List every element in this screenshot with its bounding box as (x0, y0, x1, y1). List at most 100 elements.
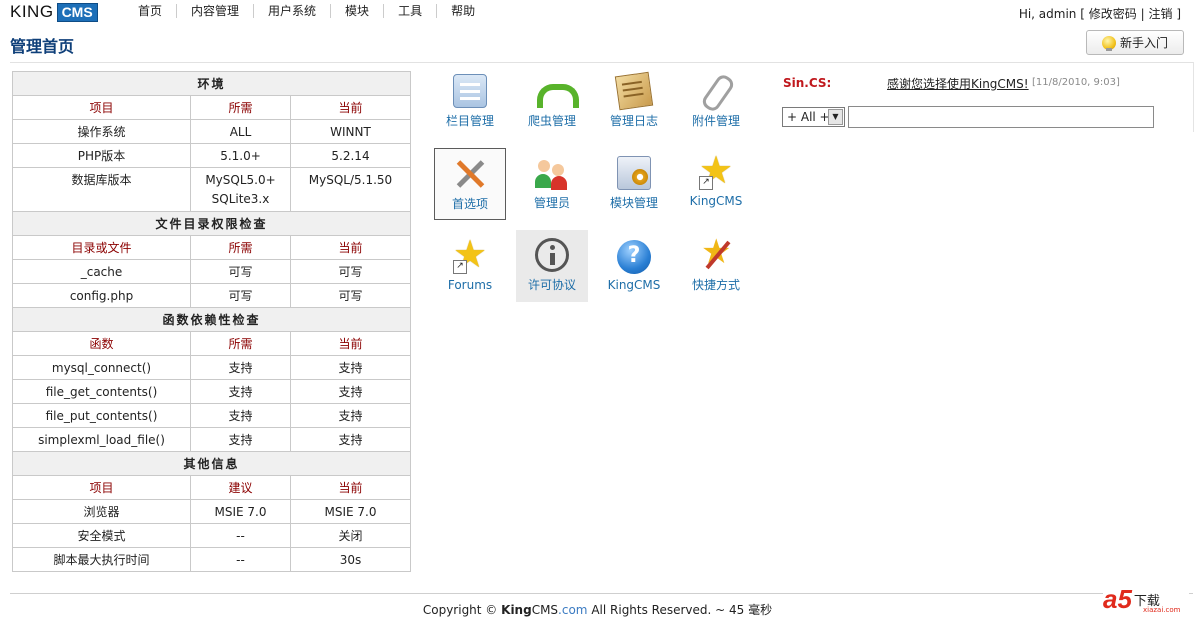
star-shortcut-icon (699, 148, 733, 192)
item-cell: 操作系统 (12, 119, 191, 144)
item-cell: 数据库版本 (12, 167, 191, 212)
column-icon (453, 74, 487, 108)
column-header: 所需 (190, 235, 291, 260)
current-cell: WINNT (290, 119, 411, 144)
required-cell: ALL (190, 119, 291, 144)
required-cell: 可写 (190, 283, 291, 308)
star-shortcut-icon (453, 232, 487, 276)
required-cell: -- (190, 523, 291, 548)
info-icon (535, 238, 569, 272)
spider-icon (535, 74, 579, 108)
current-cell: 可写 (290, 283, 411, 308)
recipient-select-value: + All + (787, 110, 830, 124)
nav-content[interactable]: 内容管理 (177, 4, 255, 18)
tile-spider-manage[interactable]: 爬虫管理 (516, 66, 588, 138)
beginner-guide-label: 新手入门 (1119, 36, 1168, 50)
logo-cms: CMS (56, 2, 98, 22)
required-cell: 支持 (190, 379, 291, 404)
beginner-guide-button[interactable]: 新手入门 (1086, 30, 1184, 55)
recipient-select[interactable]: + All + ▼ (782, 107, 845, 127)
column-header: 目录或文件 (12, 235, 191, 260)
table-row: 安全模式 -- 关闭 (12, 523, 411, 548)
item-cell: config.php (12, 283, 191, 308)
bracket-close: ] (1176, 7, 1181, 21)
current-cell: MSIE 7.0 (290, 499, 411, 524)
message-timestamp: [11/8/2010, 9:03] (1032, 77, 1120, 88)
tile-label: 快捷方式 (691, 278, 740, 292)
tile-preferences[interactable]: 首选项 (434, 148, 506, 220)
module-icon (617, 156, 651, 190)
current-cell: 支持 (290, 379, 411, 404)
table-row: file_put_contents() 支持 支持 (12, 403, 411, 428)
help-icon (617, 240, 651, 274)
table-row: simplexml_load_file() 支持 支持 (12, 427, 411, 452)
tile-label: 许可协议 (527, 278, 576, 292)
message-input[interactable] (848, 106, 1154, 128)
nav-users[interactable]: 用户系统 (254, 4, 332, 18)
section-title: 其他信息 (12, 451, 411, 476)
current-cell: 可写 (290, 259, 411, 284)
required-cell: -- (190, 547, 291, 572)
column-header: 项目 (12, 475, 191, 500)
logout-link[interactable]: 注销 (1148, 7, 1172, 21)
table-row: PHP版本 5.1.0+ 5.2.14 (12, 143, 411, 168)
nav-help[interactable]: 帮助 (437, 4, 489, 18)
footer-divider (10, 593, 1193, 594)
current-cell: 支持 (290, 403, 411, 428)
nav-modules[interactable]: 模块 (331, 4, 385, 18)
user-greeting: Hi, admin (1018, 7, 1077, 21)
required-cell: 支持 (190, 355, 291, 380)
tile-module-manage[interactable]: 模块管理 (598, 148, 670, 220)
current-cell: 关闭 (290, 523, 411, 548)
column-header: 当前 (290, 331, 411, 356)
required-cell: MSIE 7.0 (190, 499, 291, 524)
tile-admin-log[interactable]: 管理日志 (598, 66, 670, 138)
item-cell: PHP版本 (12, 143, 191, 168)
copyright-suffix: All Rights Reserved. ~ 45 毫秒 (591, 603, 773, 617)
tile-label: KingCMS (607, 278, 661, 292)
tile-forums[interactable]: Forums (434, 232, 506, 304)
tile-kingcms-help[interactable]: KingCMS (598, 232, 670, 304)
tile-license[interactable]: 许可协议 (516, 230, 588, 302)
wand-icon (699, 232, 733, 272)
column-header: 所需 (190, 95, 291, 120)
tile-label: 首选项 (451, 197, 488, 211)
table-row: mysql_connect() 支持 支持 (12, 355, 411, 380)
tile-label: KingCMS (689, 194, 743, 208)
tile-shortcuts[interactable]: 快捷方式 (680, 230, 752, 302)
chevron-down-icon: ▼ (828, 109, 843, 125)
required-cell: 5.1.0+ (190, 143, 291, 168)
footer-cms: CMS (531, 603, 559, 617)
current-cell: 5.2.14 (290, 143, 411, 168)
change-password-link[interactable]: 修改密码 (1089, 7, 1137, 21)
nav-home[interactable]: 首页 (124, 4, 178, 18)
logo-king: KING (10, 2, 54, 21)
tile-label: 模块管理 (609, 196, 658, 210)
required-cell: 支持 (190, 403, 291, 428)
tile-label: Forums (447, 278, 493, 292)
current-cell: 支持 (290, 355, 411, 380)
nav-tools[interactable]: 工具 (384, 4, 438, 18)
logo[interactable]: KING CMS (10, 2, 98, 22)
tile-label: 栏目管理 (445, 114, 494, 128)
message-sender: Sin.CS: (783, 76, 832, 90)
tile-column-manage[interactable]: 栏目管理 (434, 66, 506, 138)
message-text-link[interactable]: 感谢您选择使用KingCMS! (887, 75, 1029, 92)
item-cell: 安全模式 (12, 523, 191, 548)
tile-administrators[interactable]: 管理员 (516, 148, 588, 220)
tile-label: 管理员 (533, 196, 570, 210)
top-bar: KING CMS 首页 内容管理 用户系统 模块 工具 帮助 Hi, admin… (0, 0, 1195, 24)
page-title: 管理首页 (10, 37, 75, 56)
required-cell: 可写 (190, 259, 291, 284)
column-header: 当前 (290, 235, 411, 260)
footer-domain: .com (558, 603, 588, 617)
current-cell: 30s (290, 547, 411, 572)
table-row: 浏览器 MSIE 7.0 MSIE 7.0 (12, 499, 411, 524)
tile-attachment-manage[interactable]: 附件管理 (680, 66, 752, 138)
table-row: config.php 可写 可写 (12, 283, 411, 308)
message-panel: Sin.CS: 感谢您选择使用KingCMS! [11/8/2010, 9:03… (781, 62, 1194, 132)
column-header: 项目 (12, 95, 191, 120)
main-nav: 首页 内容管理 用户系统 模块 工具 帮助 (124, 0, 489, 22)
tile-kingcms-link[interactable]: KingCMS (680, 148, 752, 220)
column-header: 函数 (12, 331, 191, 356)
